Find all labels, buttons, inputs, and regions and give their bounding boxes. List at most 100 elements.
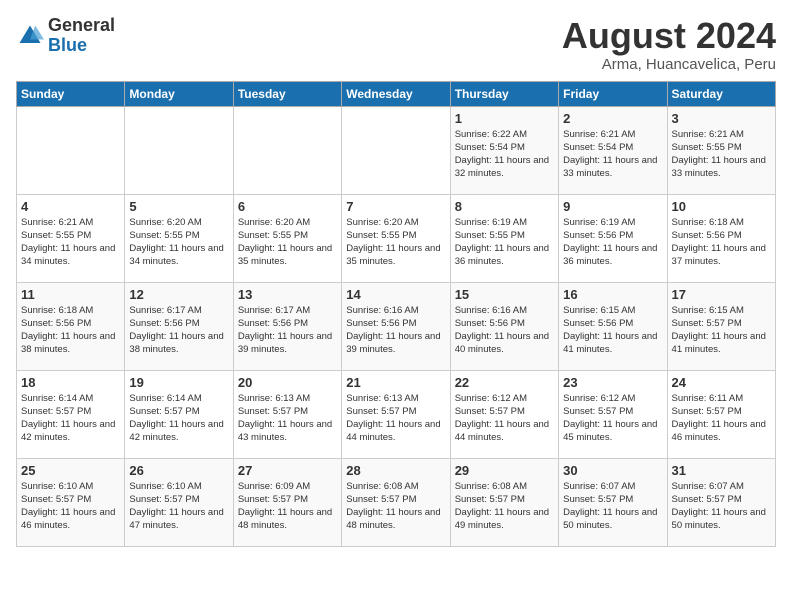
day-number: 30: [563, 463, 662, 478]
page-header: General Blue August 2024 Arma, Huancavel…: [16, 16, 776, 73]
day-number: 1: [455, 111, 554, 126]
day-info: Sunrise: 6:15 AMSunset: 5:57 PMDaylight:…: [672, 304, 771, 357]
day-info: Sunrise: 6:17 AMSunset: 5:56 PMDaylight:…: [238, 304, 337, 357]
day-info: Sunrise: 6:18 AMSunset: 5:56 PMDaylight:…: [21, 304, 120, 357]
logo: General Blue: [16, 16, 115, 56]
day-info: Sunrise: 6:21 AMSunset: 5:55 PMDaylight:…: [672, 128, 771, 181]
day-info: Sunrise: 6:20 AMSunset: 5:55 PMDaylight:…: [346, 216, 445, 269]
col-saturday: Saturday: [667, 81, 775, 106]
calendar-cell: 1 Sunrise: 6:22 AMSunset: 5:54 PMDaylight…: [450, 106, 558, 194]
day-number: 27: [238, 463, 337, 478]
day-number: 7: [346, 199, 445, 214]
day-number: 6: [238, 199, 337, 214]
calendar-cell: 20 Sunrise: 6:13 AMSunset: 5:57 PMDayligh…: [233, 370, 341, 458]
day-info: Sunrise: 6:22 AMSunset: 5:54 PMDaylight:…: [455, 128, 554, 181]
day-info: Sunrise: 6:07 AMSunset: 5:57 PMDaylight:…: [563, 480, 662, 533]
calendar-cell: 22 Sunrise: 6:12 AMSunset: 5:57 PMDayligh…: [450, 370, 558, 458]
day-number: 3: [672, 111, 771, 126]
day-info: Sunrise: 6:21 AMSunset: 5:54 PMDaylight:…: [563, 128, 662, 181]
calendar-cell: [17, 106, 125, 194]
day-info: Sunrise: 6:15 AMSunset: 5:56 PMDaylight:…: [563, 304, 662, 357]
header-row: Sunday Monday Tuesday Wednesday Thursday…: [17, 81, 776, 106]
calendar-cell: [233, 106, 341, 194]
calendar-week-2: 4 Sunrise: 6:21 AMSunset: 5:55 PMDaylight…: [17, 194, 776, 282]
calendar-cell: 30 Sunrise: 6:07 AMSunset: 5:57 PMDayligh…: [559, 458, 667, 546]
day-info: Sunrise: 6:08 AMSunset: 5:57 PMDaylight:…: [346, 480, 445, 533]
day-info: Sunrise: 6:12 AMSunset: 5:57 PMDaylight:…: [563, 392, 662, 445]
day-info: Sunrise: 6:16 AMSunset: 5:56 PMDaylight:…: [346, 304, 445, 357]
calendar-cell: 23 Sunrise: 6:12 AMSunset: 5:57 PMDayligh…: [559, 370, 667, 458]
day-number: 23: [563, 375, 662, 390]
logo-blue-text: Blue: [48, 36, 115, 56]
day-number: 2: [563, 111, 662, 126]
day-number: 18: [21, 375, 120, 390]
calendar-week-4: 18 Sunrise: 6:14 AMSunset: 5:57 PMDayligh…: [17, 370, 776, 458]
calendar-cell: 31Sunrise: 6:07 AMSunset: 5:57 PMDayligh…: [667, 458, 775, 546]
calendar-cell: 5 Sunrise: 6:20 AMSunset: 5:55 PMDaylight…: [125, 194, 233, 282]
calendar-cell: 18 Sunrise: 6:14 AMSunset: 5:57 PMDayligh…: [17, 370, 125, 458]
calendar-cell: 7 Sunrise: 6:20 AMSunset: 5:55 PMDaylight…: [342, 194, 450, 282]
calendar-cell: 26 Sunrise: 6:10 AMSunset: 5:57 PMDayligh…: [125, 458, 233, 546]
day-info: Sunrise: 6:16 AMSunset: 5:56 PMDaylight:…: [455, 304, 554, 357]
logo-text: General Blue: [48, 16, 115, 56]
col-friday: Friday: [559, 81, 667, 106]
day-info: Sunrise: 6:12 AMSunset: 5:57 PMDaylight:…: [455, 392, 554, 445]
calendar-cell: 3 Sunrise: 6:21 AMSunset: 5:55 PMDaylight…: [667, 106, 775, 194]
day-number: 20: [238, 375, 337, 390]
day-info: Sunrise: 6:20 AMSunset: 5:55 PMDaylight:…: [129, 216, 228, 269]
day-info: Sunrise: 6:14 AMSunset: 5:57 PMDaylight:…: [21, 392, 120, 445]
calendar-subtitle: Arma, Huancavelica, Peru: [562, 56, 776, 73]
col-monday: Monday: [125, 81, 233, 106]
day-number: 4: [21, 199, 120, 214]
day-number: 21: [346, 375, 445, 390]
col-sunday: Sunday: [17, 81, 125, 106]
calendar-table: Sunday Monday Tuesday Wednesday Thursday…: [16, 81, 776, 547]
day-info: Sunrise: 6:19 AMSunset: 5:55 PMDaylight:…: [455, 216, 554, 269]
calendar-cell: 16Sunrise: 6:15 AMSunset: 5:56 PMDayligh…: [559, 282, 667, 370]
calendar-cell: 27Sunrise: 6:09 AMSunset: 5:57 PMDayligh…: [233, 458, 341, 546]
calendar-cell: 2 Sunrise: 6:21 AMSunset: 5:54 PMDaylight…: [559, 106, 667, 194]
day-number: 5: [129, 199, 228, 214]
calendar-cell: 6Sunrise: 6:20 AMSunset: 5:55 PMDaylight…: [233, 194, 341, 282]
calendar-cell: 11 Sunrise: 6:18 AMSunset: 5:56 PMDayligh…: [17, 282, 125, 370]
calendar-cell: 8 Sunrise: 6:19 AMSunset: 5:55 PMDaylight…: [450, 194, 558, 282]
calendar-cell: 12Sunrise: 6:17 AMSunset: 5:56 PMDayligh…: [125, 282, 233, 370]
day-info: Sunrise: 6:08 AMSunset: 5:57 PMDaylight:…: [455, 480, 554, 533]
calendar-cell: 17 Sunrise: 6:15 AMSunset: 5:57 PMDayligh…: [667, 282, 775, 370]
day-number: 28: [346, 463, 445, 478]
day-info: Sunrise: 6:14 AMSunset: 5:57 PMDaylight:…: [129, 392, 228, 445]
day-info: Sunrise: 6:11 AMSunset: 5:57 PMDaylight:…: [672, 392, 771, 445]
calendar-cell: 24 Sunrise: 6:11 AMSunset: 5:57 PMDayligh…: [667, 370, 775, 458]
calendar-cell: [125, 106, 233, 194]
day-number: 12: [129, 287, 228, 302]
calendar-body: 1 Sunrise: 6:22 AMSunset: 5:54 PMDaylight…: [17, 106, 776, 546]
day-info: Sunrise: 6:13 AMSunset: 5:57 PMDaylight:…: [346, 392, 445, 445]
calendar-title: August 2024: [562, 16, 776, 56]
day-info: Sunrise: 6:13 AMSunset: 5:57 PMDaylight:…: [238, 392, 337, 445]
day-number: 13: [238, 287, 337, 302]
calendar-week-5: 25 Sunrise: 6:10 AMSunset: 5:57 PMDayligh…: [17, 458, 776, 546]
col-tuesday: Tuesday: [233, 81, 341, 106]
day-number: 24: [672, 375, 771, 390]
logo-general-text: General: [48, 16, 115, 36]
day-number: 22: [455, 375, 554, 390]
day-number: 26: [129, 463, 228, 478]
day-number: 29: [455, 463, 554, 478]
calendar-cell: 4 Sunrise: 6:21 AMSunset: 5:55 PMDaylight…: [17, 194, 125, 282]
day-number: 14: [346, 287, 445, 302]
calendar-week-1: 1 Sunrise: 6:22 AMSunset: 5:54 PMDaylight…: [17, 106, 776, 194]
day-number: 19: [129, 375, 228, 390]
day-info: Sunrise: 6:10 AMSunset: 5:57 PMDaylight:…: [129, 480, 228, 533]
calendar-cell: 14 Sunrise: 6:16 AMSunset: 5:56 PMDayligh…: [342, 282, 450, 370]
day-number: 8: [455, 199, 554, 214]
day-number: 17: [672, 287, 771, 302]
day-info: Sunrise: 6:07 AMSunset: 5:57 PMDaylight:…: [672, 480, 771, 533]
calendar-cell: 10Sunrise: 6:18 AMSunset: 5:56 PMDayligh…: [667, 194, 775, 282]
calendar-cell: 13 Sunrise: 6:17 AMSunset: 5:56 PMDayligh…: [233, 282, 341, 370]
day-number: 10: [672, 199, 771, 214]
day-number: 11: [21, 287, 120, 302]
day-number: 25: [21, 463, 120, 478]
day-info: Sunrise: 6:21 AMSunset: 5:55 PMDaylight:…: [21, 216, 120, 269]
calendar-header: Sunday Monday Tuesday Wednesday Thursday…: [17, 81, 776, 106]
calendar-cell: 29 Sunrise: 6:08 AMSunset: 5:57 PMDayligh…: [450, 458, 558, 546]
